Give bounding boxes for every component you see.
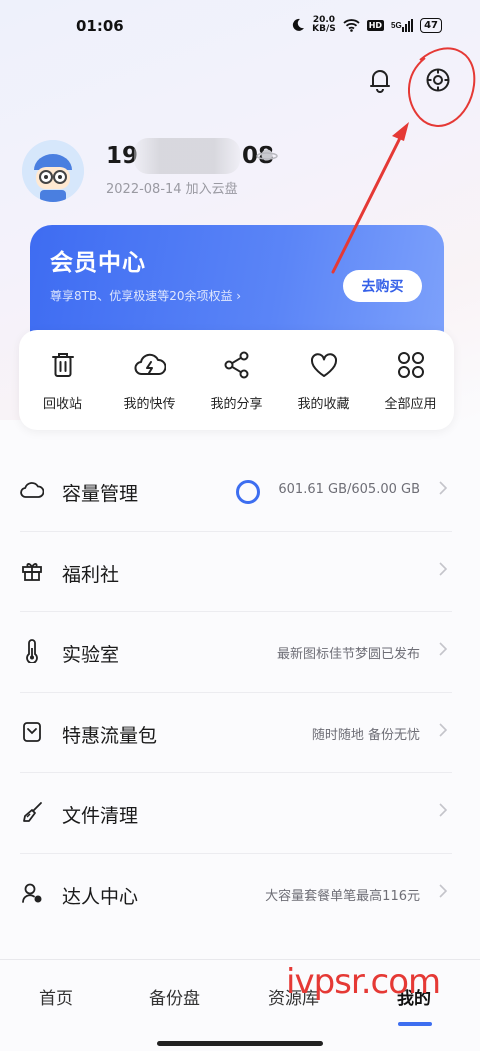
quick-my-transfer[interactable]: 我的快传 — [106, 330, 193, 430]
quick-my-favorites[interactable]: 我的收藏 — [280, 330, 367, 430]
buy-button[interactable]: 去购买 — [343, 270, 422, 302]
settings-button[interactable] — [420, 62, 456, 98]
tab-home[interactable]: 首页 — [39, 984, 73, 1009]
chevron-right-icon — [439, 722, 447, 737]
quick-my-share[interactable]: 我的分享 — [193, 330, 280, 430]
quick-all-apps[interactable]: 全部应用 — [367, 330, 454, 430]
watermark: ivpsr.com — [286, 962, 441, 1002]
heart-icon — [307, 348, 341, 382]
avatar[interactable] — [22, 140, 84, 202]
profile-section[interactable]: 19 08 2022-08-14 加入云盘 — [22, 138, 462, 204]
chevron-right-icon — [439, 883, 447, 898]
status-icons: 20.0 KB/S HD 5G 47 — [291, 16, 442, 34]
thermometer-icon — [20, 639, 44, 663]
svg-text:5G: 5G — [391, 21, 402, 30]
vip-title: 会员中心 — [50, 250, 146, 276]
menu-hint: 大容量套餐单笔最高116元 — [265, 888, 420, 904]
tab-backup-disk[interactable]: 备份盘 — [149, 984, 200, 1009]
share-icon — [220, 348, 254, 382]
quick-label: 全部应用 — [384, 397, 437, 412]
menu-item-welfare[interactable]: 福利社 — [0, 532, 480, 612]
status-bar: 01:06 20.0 KB/S HD 5G 47 — [0, 0, 480, 52]
menu-label: 容量管理 — [62, 483, 139, 505]
menu-label: 文件清理 — [62, 805, 139, 827]
quick-label: 我的分享 — [210, 397, 263, 412]
gift-icon — [20, 559, 44, 583]
battery-indicator: 47 — [420, 17, 442, 33]
planet-badge-icon — [256, 149, 278, 161]
menu-hint: 最新图标佳节梦圆已发布 — [276, 647, 420, 662]
settings-menu-list: 容量管理 601.61 GB/605.00 GB 福利社 实验室 最新图标佳节梦… — [0, 451, 480, 934]
avatar-character-icon — [22, 140, 84, 202]
expert-user-icon — [20, 881, 44, 905]
chevron-right-icon — [439, 561, 447, 576]
data-pack-icon — [20, 720, 44, 744]
storage-usage-text: 601.61 GB/605.00 GB — [278, 482, 420, 497]
menu-item-file-cleanup[interactable]: 文件清理 — [0, 773, 480, 854]
vip-subtitle: 尊享8TB、优享极速等20余项权益 › — [50, 287, 241, 304]
signal-icon: 5G — [391, 18, 414, 32]
quick-label: 回收站 — [42, 397, 82, 412]
menu-item-data-pack[interactable]: 特惠流量包 随时随地 备份无忧 — [0, 693, 480, 773]
cloud-bolt-icon — [133, 348, 167, 382]
moon-icon — [292, 18, 305, 31]
chevron-right-icon — [439, 481, 447, 495]
menu-item-lab[interactable]: 实验室 最新图标佳节梦圆已发布 — [0, 612, 480, 693]
status-time: 01:06 — [76, 17, 124, 35]
apps-grid-icon — [394, 348, 428, 382]
menu-item-storage[interactable]: 容量管理 601.61 GB/605.00 GB — [0, 451, 480, 532]
bell-icon — [370, 70, 390, 93]
hd-badge: HD — [366, 19, 385, 31]
trash-icon — [46, 348, 80, 382]
joined-date: 2022-08-14 加入云盘 — [106, 182, 238, 197]
chevron-right-icon — [439, 642, 447, 656]
cloud-icon — [20, 478, 44, 502]
quick-label: 我的快传 — [123, 397, 176, 412]
chevron-right-icon — [439, 803, 447, 817]
menu-label: 实验室 — [62, 644, 120, 666]
menu-label: 达人中心 — [62, 885, 139, 908]
menu-label: 特惠流量包 — [62, 724, 158, 747]
menu-hint: 随时随地 备份无忧 — [311, 727, 420, 743]
wifi-icon — [343, 18, 360, 32]
chevron-right-icon: › — [236, 289, 242, 303]
quick-actions-panel: 回收站 我的快传 我的分享 我的收藏 全部应用 — [19, 330, 454, 430]
menu-label: 福利社 — [62, 563, 120, 586]
storage-usage-ring — [236, 480, 260, 504]
menu-item-expert-center[interactable]: 达人中心 大容量套餐单笔最高116元 — [0, 854, 480, 935]
broom-icon — [20, 800, 44, 824]
quick-label: 我的收藏 — [297, 397, 350, 412]
vip-subtitle-text: 尊享8TB、优享极速等20余项权益 — [50, 289, 233, 303]
net-speed: 20.0 KB/S — [312, 15, 336, 34]
settings-icon — [426, 68, 450, 92]
home-indicator — [157, 1041, 323, 1046]
username-redaction — [134, 138, 240, 174]
active-tab-indicator — [398, 1022, 432, 1026]
quick-recycle-bin[interactable]: 回收站 — [19, 330, 106, 430]
notification-button[interactable] — [362, 62, 398, 98]
